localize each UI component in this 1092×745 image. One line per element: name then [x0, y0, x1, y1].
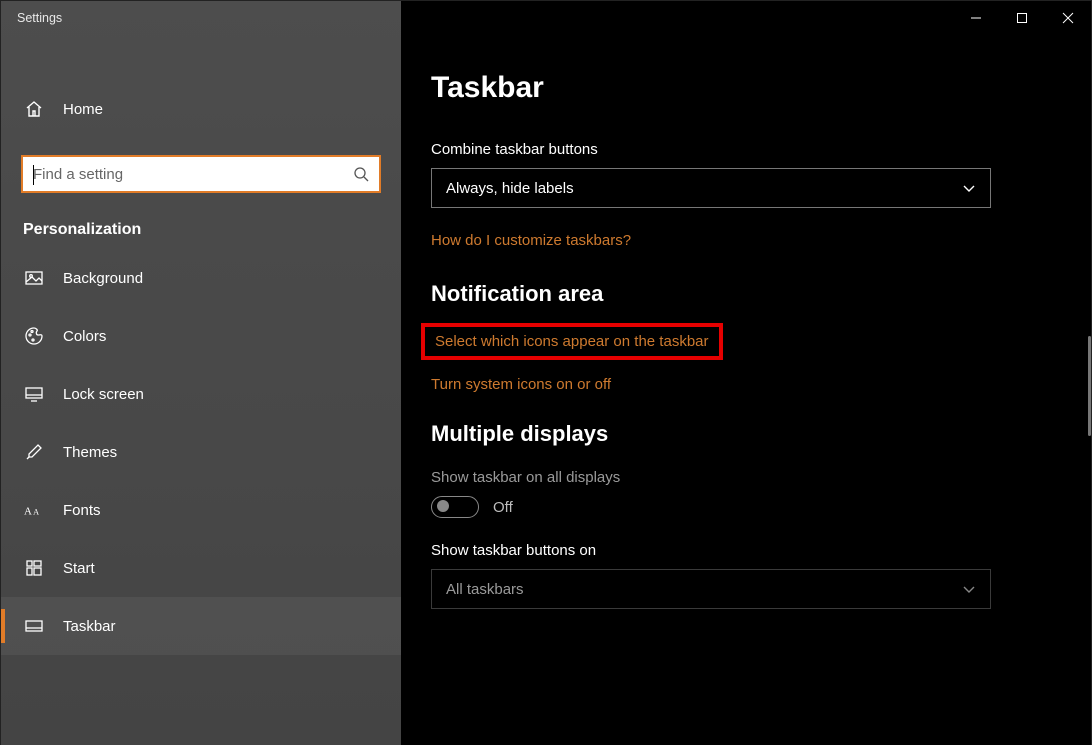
combine-dropdown[interactable]: Always, hide labels: [431, 168, 991, 208]
show-buttons-on-label: Show taskbar buttons on: [431, 542, 1061, 559]
font-icon: A A: [23, 501, 45, 519]
sidebar-item-taskbar[interactable]: Taskbar: [1, 597, 401, 655]
show-all-displays-toggle-row: Off: [431, 496, 1061, 518]
search-icon: [353, 166, 369, 182]
page-title: Taskbar: [431, 71, 1061, 105]
multiple-displays-heading: Multiple displays: [431, 421, 1061, 447]
sidebar-item-colors[interactable]: Colors: [1, 307, 401, 365]
scrollbar-thumb[interactable]: [1088, 336, 1091, 436]
search-input[interactable]: [33, 166, 353, 183]
start-grid-icon: [23, 558, 45, 578]
home-icon: [23, 99, 45, 119]
svg-text:A: A: [24, 506, 32, 518]
chevron-down-icon: [962, 582, 976, 596]
sidebar-item-label: Themes: [63, 444, 117, 461]
picture-icon: [23, 268, 45, 288]
sidebar-item-fonts[interactable]: A A Fonts: [1, 481, 401, 539]
show-all-displays-label: Show taskbar on all displays: [431, 469, 1061, 486]
sidebar-item-label: Colors: [63, 328, 106, 345]
home-label: Home: [63, 101, 103, 118]
sidebar-item-lock-screen[interactable]: Lock screen: [1, 365, 401, 423]
home-button[interactable]: Home: [1, 81, 401, 137]
maximize-button[interactable]: [999, 2, 1045, 34]
sidebar-item-label: Taskbar: [63, 618, 116, 635]
sidebar: Home Personalization Background: [1, 1, 401, 745]
sidebar-item-label: Lock screen: [63, 386, 144, 403]
sidebar-item-label: Fonts: [63, 502, 101, 519]
system-icons-link[interactable]: Turn system icons on or off: [431, 376, 1061, 393]
toggle-knob: [437, 500, 449, 512]
combine-label: Combine taskbar buttons: [431, 141, 1061, 158]
window-controls: [953, 2, 1091, 34]
dropdown-value: Always, hide labels: [446, 180, 574, 197]
show-buttons-dropdown[interactable]: All taskbars: [431, 569, 991, 609]
minimize-button[interactable]: [953, 2, 999, 34]
dropdown-value: All taskbars: [446, 581, 524, 598]
toggle-state-label: Off: [493, 499, 513, 516]
annotation-highlight: Select which icons appear on the taskbar: [421, 323, 723, 360]
customize-taskbars-link[interactable]: How do I customize taskbars?: [431, 232, 1061, 249]
sidebar-item-label: Background: [63, 270, 143, 287]
sidebar-item-themes[interactable]: Themes: [1, 423, 401, 481]
sidebar-item-label: Start: [63, 560, 95, 577]
select-icons-link[interactable]: Select which icons appear on the taskbar: [435, 333, 709, 350]
palette-icon: [23, 326, 45, 346]
sidebar-item-background[interactable]: Background: [1, 249, 401, 307]
main-content: Taskbar Combine taskbar buttons Always, …: [401, 1, 1091, 745]
settings-window: Settings Home: [0, 0, 1092, 745]
svg-text:A: A: [33, 508, 39, 517]
titlebar: Settings: [1, 1, 1091, 35]
sidebar-item-start[interactable]: Start: [1, 539, 401, 597]
sidebar-category: Personalization: [1, 197, 401, 249]
monitor-icon: [23, 384, 45, 404]
show-all-displays-toggle[interactable]: [431, 496, 479, 518]
window-title: Settings: [1, 11, 62, 25]
taskbar-icon: [23, 616, 45, 636]
chevron-down-icon: [962, 181, 976, 195]
search-input-wrapper[interactable]: [21, 155, 381, 193]
text-caret: [33, 165, 34, 185]
close-button[interactable]: [1045, 2, 1091, 34]
paintbrush-icon: [23, 442, 45, 462]
notification-area-heading: Notification area: [431, 281, 1061, 307]
